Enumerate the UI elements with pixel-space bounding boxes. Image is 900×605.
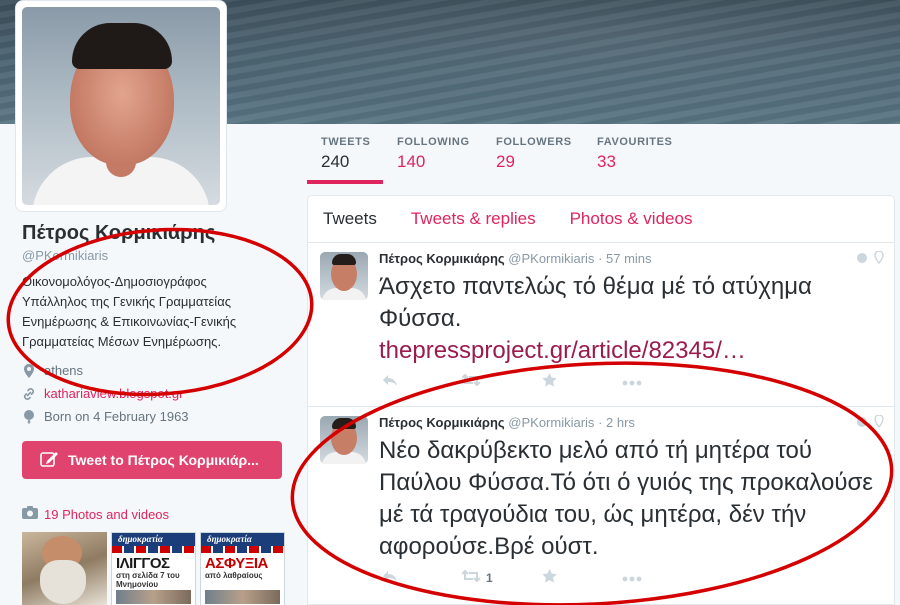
tab-photos-videos[interactable]: Photos & videos: [570, 209, 693, 229]
location-pin-icon: [874, 250, 884, 269]
newspaper-headline: ΑΣΦΥΞΙΑ: [205, 555, 268, 572]
ellipsis-icon: [622, 375, 642, 389]
tweet-to-button[interactable]: Tweet to Πέτρος Κορμικιάρ...: [22, 441, 282, 479]
stat-following[interactable]: FOLLOWING 140: [383, 124, 482, 184]
tweet[interactable]: Πέτρος Κορμικιάρης @PKormikiaris · 2 hrs…: [308, 407, 894, 605]
bio-line: Γραμματείας Μέσων Ενημέρωσης.: [22, 334, 222, 349]
stat-followers[interactable]: FOLLOWERS 29: [482, 124, 583, 184]
bio-line: Οικονομολόγος-Δημοσιογράφος: [22, 274, 207, 289]
location-text: athens: [44, 363, 84, 378]
retweet-button[interactable]: [461, 373, 542, 389]
timeline: Tweets Tweets & replies Photos & videos …: [307, 195, 895, 605]
photos-videos-link[interactable]: 19 Photos and videos: [22, 506, 169, 522]
newspaper-subhead: από λαθραίους: [205, 571, 263, 580]
compose-feather-icon: [40, 450, 60, 471]
newspaper-headline: ΙΛΙΓΓΟΣ: [116, 555, 170, 572]
favorite-button[interactable]: [542, 569, 622, 586]
profile-bio: Οικονομολόγος-Δημοσιογράφος Υπάλληλος τη…: [22, 272, 272, 352]
balloon-icon: [22, 409, 36, 424]
tweet[interactable]: Πέτρος Κορμικιάρης @PKormikiaris · 57 mi…: [308, 243, 894, 407]
more-button[interactable]: [622, 375, 702, 389]
stat-label: FOLLOWING: [397, 136, 470, 148]
tweet-actions: 1: [382, 569, 702, 586]
tweet-author-name[interactable]: Πέτρος Κορμικιάρης: [379, 415, 505, 430]
timeline-tabs: Tweets Tweets & replies Photos & videos: [308, 196, 894, 243]
birthday-text: Born on 4 February 1963: [44, 409, 189, 424]
tweet-body: Νέο δακρύβεκτο μελό από τή μητέρα τού Πα…: [379, 437, 873, 560]
avatar[interactable]: [320, 252, 368, 300]
tweet-author-handle[interactable]: @PKormikiaris: [508, 251, 594, 266]
tweet-actions: [382, 373, 702, 390]
reply-button[interactable]: [382, 570, 462, 585]
tweet-header: Πέτρος Κορμικιάρης @PKormikiaris · 2 hrs: [379, 415, 635, 430]
retweet-button[interactable]: 1: [461, 569, 542, 585]
profile-name[interactable]: Πέτρος Κορμικιάρης: [22, 222, 215, 245]
media-thumbnail[interactable]: δημοκρατία ΙΛΙΓΓΟΣ στη σελίδα 7 του Μνημ…: [111, 532, 196, 605]
tab-tweets-replies[interactable]: Tweets & replies: [411, 209, 536, 229]
profile-location: athens: [22, 363, 83, 378]
stat-label: FAVOURITES: [597, 136, 673, 148]
profile-handle[interactable]: @PKormikiaris: [22, 248, 108, 263]
ellipsis-icon: [622, 571, 642, 585]
star-icon: [542, 373, 557, 390]
tab-tweets[interactable]: Tweets: [323, 209, 377, 229]
globe-icon: [856, 415, 868, 433]
stat-value: 33: [597, 152, 616, 171]
location-pin-icon: [874, 414, 884, 433]
stat-value: 240: [321, 152, 350, 171]
photos-videos-label: 19 Photos and videos: [44, 506, 170, 522]
retweet-icon: [461, 373, 481, 389]
tweet-author-name[interactable]: Πέτρος Κορμικιάρης: [379, 251, 505, 266]
avatar-photo: [22, 7, 220, 205]
tweet-text: Άσχετο παντελώς τό θέμα μέ τό ατύχημα Φύ…: [379, 271, 879, 367]
stat-favourites[interactable]: FAVOURITES 33: [583, 124, 683, 184]
profile-birthday: Born on 4 February 1963: [22, 409, 189, 424]
more-button[interactable]: [622, 571, 702, 585]
bio-line: Υπάλληλος της Γενικής Γραμματείας: [22, 294, 231, 309]
tweet-timestamp[interactable]: · 57 mins: [598, 251, 651, 266]
tweet-link[interactable]: thepressproject.gr/article/82345/…: [379, 335, 879, 367]
camera-icon: [22, 506, 38, 522]
retweet-count: 1: [486, 570, 493, 585]
bio-line: Ενημέρωσης & Επικοινωνίας-Γενικής: [22, 314, 237, 329]
location-pin-icon: [22, 363, 36, 378]
reply-icon: [382, 374, 398, 389]
website-link[interactable]: kathariaview.blogspot.gr: [44, 386, 183, 401]
media-thumbnail[interactable]: [22, 532, 107, 605]
tweet-author-handle[interactable]: @PKormikiaris: [508, 415, 594, 430]
media-thumbnail[interactable]: δημοκρατία ΑΣΦΥΞΙΑ από λαθραίους: [200, 532, 285, 605]
tweet-to-label: Tweet to Πέτρος Κορμικιάρ...: [68, 452, 259, 468]
avatar[interactable]: [320, 416, 368, 464]
newspaper-masthead: δημοκρατία: [201, 533, 284, 546]
media-thumbnails: δημοκρατία ΙΛΙΓΓΟΣ στη σελίδα 7 του Μνημ…: [22, 532, 285, 605]
tweet-timestamp[interactable]: · 2 hrs: [598, 415, 635, 430]
newspaper-masthead: δημοκρατία: [112, 533, 195, 546]
tweet-text: Νέο δακρύβεκτο μελό από τή μητέρα τού Πα…: [379, 435, 879, 563]
link-icon: [22, 387, 36, 401]
stat-value: 140: [397, 152, 426, 171]
tweet-body: Άσχετο παντελώς τό θέμα μέ τό ατύχημα Φύ…: [379, 273, 812, 332]
stat-value: 29: [496, 152, 515, 171]
retweet-icon: [461, 569, 481, 585]
profile-avatar[interactable]: [15, 0, 227, 212]
profile-website[interactable]: kathariaview.blogspot.gr: [22, 386, 183, 401]
tweet-meta-icons: [856, 250, 884, 269]
tweet-header: Πέτρος Κορμικιάρης @PKormikiaris · 57 mi…: [379, 251, 652, 266]
stat-label: TWEETS: [321, 136, 371, 148]
stat-tweets[interactable]: TWEETS 240: [307, 124, 383, 184]
reply-button[interactable]: [382, 374, 462, 389]
tweet-meta-icons: [856, 414, 884, 433]
favorite-button[interactable]: [542, 373, 622, 390]
newspaper-subhead: στη σελίδα 7 του Μνημονίου: [116, 571, 180, 589]
reply-icon: [382, 570, 398, 585]
star-icon: [542, 569, 557, 586]
profile-stats-nav: TWEETS 240 FOLLOWING 140 FOLLOWERS 29 FA…: [307, 124, 683, 184]
stat-label: FOLLOWERS: [496, 136, 572, 148]
globe-icon: [856, 251, 868, 269]
